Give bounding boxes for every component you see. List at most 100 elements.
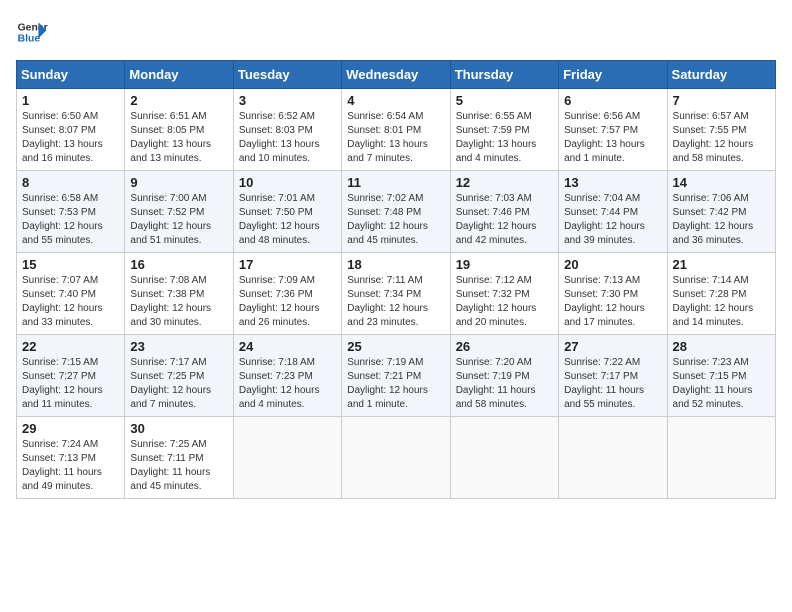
day-number: 12 — [456, 175, 553, 190]
calendar-day-cell: 12 Sunrise: 7:03 AM Sunset: 7:46 PM Dayli… — [450, 171, 558, 253]
day-number: 9 — [130, 175, 227, 190]
day-info: Sunrise: 7:19 AM Sunset: 7:21 PM Dayligh… — [347, 356, 444, 412]
day-number: 18 — [347, 257, 444, 272]
day-info: Sunrise: 7:11 AM Sunset: 7:34 PM Dayligh… — [347, 274, 444, 330]
calendar-day-cell: 30Sunrise: 7:25 AM Sunset: 7:11 PM Dayli… — [125, 417, 233, 499]
weekday-header-wednesday: Wednesday — [342, 61, 450, 89]
calendar-day-cell: 11 Sunrise: 7:02 AM Sunset: 7:48 PM Dayli… — [342, 171, 450, 253]
day-number: 23 — [130, 339, 227, 354]
day-info: Sunrise: 7:20 AM Sunset: 7:19 PM Dayligh… — [456, 356, 553, 412]
day-number: 14 — [673, 175, 770, 190]
day-number: 19 — [456, 257, 553, 272]
calendar-day-cell: 26 Sunrise: 7:20 AM Sunset: 7:19 PM Dayli… — [450, 335, 558, 417]
day-info: Sunrise: 7:06 AM Sunset: 7:42 PM Dayligh… — [673, 192, 770, 248]
weekday-header-row: SundayMondayTuesdayWednesdayThursdayFrid… — [17, 61, 776, 89]
day-number: 4 — [347, 93, 444, 108]
day-number: 29 — [22, 421, 119, 436]
calendar-day-cell: 8 Sunrise: 6:58 AM Sunset: 7:53 PM Daylig… — [17, 171, 125, 253]
day-number: 2 — [130, 93, 227, 108]
day-number: 17 — [239, 257, 336, 272]
day-info: Sunrise: 6:52 AM Sunset: 8:03 PM Dayligh… — [239, 110, 336, 166]
calendar-day-cell: 16Sunrise: 7:08 AM Sunset: 7:38 PM Dayli… — [125, 253, 233, 335]
calendar-day-cell: 17Sunrise: 7:09 AM Sunset: 7:36 PM Dayli… — [233, 253, 341, 335]
day-number: 6 — [564, 93, 661, 108]
day-number: 15 — [22, 257, 119, 272]
day-info: Sunrise: 6:57 AM Sunset: 7:55 PM Dayligh… — [673, 110, 770, 166]
calendar-day-cell: 27 Sunrise: 7:22 AM Sunset: 7:17 PM Dayli… — [559, 335, 667, 417]
day-number: 13 — [564, 175, 661, 190]
day-info: Sunrise: 6:55 AM Sunset: 7:59 PM Dayligh… — [456, 110, 553, 166]
day-info: Sunrise: 7:17 AM Sunset: 7:25 PM Dayligh… — [130, 356, 227, 412]
calendar-day-cell: 22 Sunrise: 7:15 AM Sunset: 7:27 PM Dayli… — [17, 335, 125, 417]
weekday-header-tuesday: Tuesday — [233, 61, 341, 89]
calendar-day-cell: 29 Sunrise: 7:24 AM Sunset: 7:13 PM Dayli… — [17, 417, 125, 499]
day-info: Sunrise: 6:50 AM Sunset: 8:07 PM Dayligh… — [22, 110, 119, 166]
calendar-day-cell: 25 Sunrise: 7:19 AM Sunset: 7:21 PM Dayli… — [342, 335, 450, 417]
day-info: Sunrise: 7:01 AM Sunset: 7:50 PM Dayligh… — [239, 192, 336, 248]
weekday-header-saturday: Saturday — [667, 61, 775, 89]
day-info: Sunrise: 6:56 AM Sunset: 7:57 PM Dayligh… — [564, 110, 661, 166]
day-number: 24 — [239, 339, 336, 354]
day-number: 25 — [347, 339, 444, 354]
weekday-header-friday: Friday — [559, 61, 667, 89]
day-info: Sunrise: 7:03 AM Sunset: 7:46 PM Dayligh… — [456, 192, 553, 248]
day-info: Sunrise: 7:02 AM Sunset: 7:48 PM Dayligh… — [347, 192, 444, 248]
calendar-day-cell — [559, 417, 667, 499]
logo: General Blue — [16, 16, 48, 48]
day-info: Sunrise: 7:12 AM Sunset: 7:32 PM Dayligh… — [456, 274, 553, 330]
calendar-day-cell: 9 Sunrise: 7:00 AM Sunset: 7:52 PM Daylig… — [125, 171, 233, 253]
calendar-day-cell: 4 Sunrise: 6:54 AM Sunset: 8:01 PM Daylig… — [342, 89, 450, 171]
day-number: 1 — [22, 93, 119, 108]
day-number: 27 — [564, 339, 661, 354]
day-number: 11 — [347, 175, 444, 190]
day-info: Sunrise: 7:13 AM Sunset: 7:30 PM Dayligh… — [564, 274, 661, 330]
day-info: Sunrise: 7:00 AM Sunset: 7:52 PM Dayligh… — [130, 192, 227, 248]
logo-icon: General Blue — [16, 16, 48, 48]
day-number: 10 — [239, 175, 336, 190]
day-number: 22 — [22, 339, 119, 354]
weekday-header-thursday: Thursday — [450, 61, 558, 89]
day-number: 26 — [456, 339, 553, 354]
day-number: 16 — [130, 257, 227, 272]
day-number: 8 — [22, 175, 119, 190]
calendar-day-cell — [342, 417, 450, 499]
calendar-day-cell: 10 Sunrise: 7:01 AM Sunset: 7:50 PM Dayli… — [233, 171, 341, 253]
day-info: Sunrise: 7:14 AM Sunset: 7:28 PM Dayligh… — [673, 274, 770, 330]
day-number: 7 — [673, 93, 770, 108]
calendar-week-row: 15 Sunrise: 7:07 AM Sunset: 7:40 PM Dayli… — [17, 253, 776, 335]
calendar-day-cell: 19 Sunrise: 7:12 AM Sunset: 7:32 PM Dayli… — [450, 253, 558, 335]
calendar-week-row: 1 Sunrise: 6:50 AM Sunset: 8:07 PM Daylig… — [17, 89, 776, 171]
day-info: Sunrise: 7:25 AM Sunset: 7:11 PM Dayligh… — [130, 438, 227, 494]
calendar-day-cell — [667, 417, 775, 499]
calendar-day-cell: 6 Sunrise: 6:56 AM Sunset: 7:57 PM Daylig… — [559, 89, 667, 171]
calendar-day-cell: 24 Sunrise: 7:18 AM Sunset: 7:23 PM Dayli… — [233, 335, 341, 417]
calendar-day-cell: 21Sunrise: 7:14 AM Sunset: 7:28 PM Dayli… — [667, 253, 775, 335]
day-number: 28 — [673, 339, 770, 354]
calendar-week-row: 22 Sunrise: 7:15 AM Sunset: 7:27 PM Dayli… — [17, 335, 776, 417]
day-number: 20 — [564, 257, 661, 272]
day-number: 3 — [239, 93, 336, 108]
calendar-day-cell: 2 Sunrise: 6:51 AM Sunset: 8:05 PM Daylig… — [125, 89, 233, 171]
calendar-day-cell — [450, 417, 558, 499]
day-info: Sunrise: 6:54 AM Sunset: 8:01 PM Dayligh… — [347, 110, 444, 166]
calendar-day-cell — [233, 417, 341, 499]
weekday-header-sunday: Sunday — [17, 61, 125, 89]
calendar-day-cell: 5 Sunrise: 6:55 AM Sunset: 7:59 PM Daylig… — [450, 89, 558, 171]
day-info: Sunrise: 7:04 AM Sunset: 7:44 PM Dayligh… — [564, 192, 661, 248]
day-number: 5 — [456, 93, 553, 108]
calendar-week-row: 8 Sunrise: 6:58 AM Sunset: 7:53 PM Daylig… — [17, 171, 776, 253]
calendar-day-cell: 15 Sunrise: 7:07 AM Sunset: 7:40 PM Dayli… — [17, 253, 125, 335]
day-info: Sunrise: 7:24 AM Sunset: 7:13 PM Dayligh… — [22, 438, 119, 494]
svg-text:Blue: Blue — [18, 34, 41, 45]
day-info: Sunrise: 7:23 AM Sunset: 7:15 PM Dayligh… — [673, 356, 770, 412]
calendar-day-cell: 1 Sunrise: 6:50 AM Sunset: 8:07 PM Daylig… — [17, 89, 125, 171]
calendar-day-cell: 20 Sunrise: 7:13 AM Sunset: 7:30 PM Dayli… — [559, 253, 667, 335]
day-info: Sunrise: 7:15 AM Sunset: 7:27 PM Dayligh… — [22, 356, 119, 412]
day-info: Sunrise: 7:07 AM Sunset: 7:40 PM Dayligh… — [22, 274, 119, 330]
day-info: Sunrise: 6:51 AM Sunset: 8:05 PM Dayligh… — [130, 110, 227, 166]
day-info: Sunrise: 7:22 AM Sunset: 7:17 PM Dayligh… — [564, 356, 661, 412]
day-info: Sunrise: 6:58 AM Sunset: 7:53 PM Dayligh… — [22, 192, 119, 248]
calendar-day-cell: 23 Sunrise: 7:17 AM Sunset: 7:25 PM Dayli… — [125, 335, 233, 417]
calendar-day-cell: 13 Sunrise: 7:04 AM Sunset: 7:44 PM Dayli… — [559, 171, 667, 253]
day-info: Sunrise: 7:18 AM Sunset: 7:23 PM Dayligh… — [239, 356, 336, 412]
